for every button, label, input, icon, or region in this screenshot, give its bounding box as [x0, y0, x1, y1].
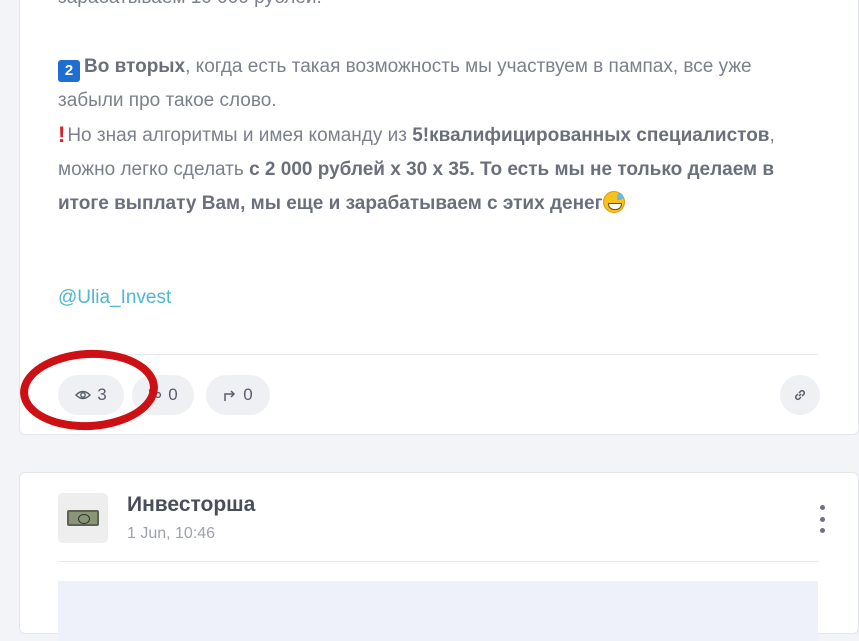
banknote-icon: [67, 510, 99, 526]
views-button[interactable]: 3: [58, 375, 124, 415]
post-body: 2 Во вторых, когда есть такая возможность…: [58, 50, 818, 221]
post-media-placeholder: [58, 581, 818, 641]
divider: [58, 561, 818, 562]
reactions-icon: [149, 387, 162, 403]
more-options-icon[interactable]: [818, 505, 826, 533]
post-text-cut-line: зарабатываем 10 000 рублей.: [58, 0, 322, 15]
sweat-smile-icon: [602, 191, 625, 213]
author-link[interactable]: @Ulia_Invest: [58, 287, 171, 309]
bold-text: 5!квалифицированных специалистов: [412, 125, 770, 146]
post-paragraph-2: 2 Во вторых, когда есть такая возможность…: [58, 50, 818, 118]
reactions-count: 0: [168, 385, 178, 404]
share-button[interactable]: 0: [206, 375, 270, 415]
post-date[interactable]: 1 Jun, 10:46: [127, 525, 215, 543]
share-arrow-icon: [224, 390, 236, 401]
bold-lead: Во вторых: [84, 56, 186, 77]
post-paragraph-3: ! Но зная алгоритмы и имея команду из 5!к…: [58, 118, 818, 221]
avatar[interactable]: [58, 493, 108, 543]
post-card: Инвесторша 1 Jun, 10:46: [19, 472, 859, 641]
views-count: 3: [97, 385, 107, 404]
copy-link-button[interactable]: [780, 375, 820, 415]
paragraph-text: Но зная алгоритмы и имея команду из: [67, 125, 413, 146]
post-card: зарабатываем 10 000 рублей. 2Во вторых, …: [19, 0, 859, 435]
link-icon: [794, 389, 806, 401]
keycap-digit-icon: 2: [58, 60, 80, 82]
eye-icon: [75, 390, 92, 400]
shares-count: 0: [243, 385, 253, 404]
divider: [58, 354, 818, 355]
reactions-button[interactable]: 0: [132, 375, 194, 415]
exclamation-icon: !: [58, 122, 66, 147]
post-author[interactable]: Инвесторша: [127, 493, 255, 517]
